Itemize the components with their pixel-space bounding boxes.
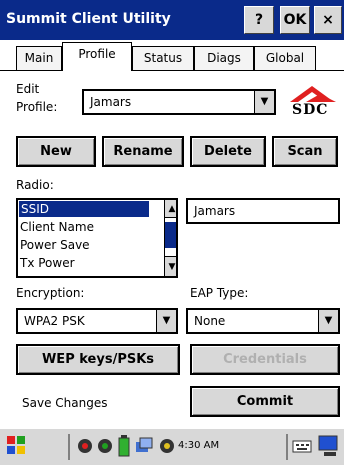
eap-type-dropdown[interactable]: None ▼ (186, 308, 340, 334)
chevron-down-icon[interactable]: ▼ (254, 91, 274, 113)
taskbar-separator (286, 434, 288, 460)
new-button[interactable]: New (16, 136, 96, 167)
encryption-label: Encryption: (16, 286, 85, 300)
tab-status[interactable]: Status (132, 46, 194, 70)
chevron-down-icon[interactable]: ▼ (318, 310, 338, 332)
tab-main[interactable]: Main (16, 46, 62, 70)
edit-profile-label-line1: Edit (16, 82, 40, 96)
scan-button[interactable]: Scan (272, 136, 338, 167)
rename-button[interactable]: Rename (102, 136, 184, 167)
edit-profile-label-line2: Profile: (16, 100, 58, 114)
tab-global[interactable]: Global (254, 46, 316, 70)
tab-profile[interactable]: Profile (62, 42, 132, 71)
list-item-power-save[interactable]: Power Save (20, 237, 90, 253)
desktop-icon[interactable] (318, 434, 340, 458)
radio-label: Radio: (16, 178, 54, 192)
sdc-logo: SDC (286, 82, 340, 122)
scroll-up-icon[interactable]: ▲ (165, 200, 176, 218)
encryption-dropdown[interactable]: WPA2 PSK ▼ (16, 308, 178, 334)
logo-swoosh-icon (290, 86, 336, 102)
eap-type-label: EAP Type: (190, 286, 249, 300)
battery-icon[interactable] (118, 434, 130, 458)
connection-icon[interactable] (158, 436, 176, 456)
commit-button[interactable]: Commit (190, 386, 340, 417)
eap-type-dropdown-value: None (194, 314, 226, 328)
tab-diags[interactable]: Diags (194, 46, 254, 70)
wep-keys-button[interactable]: WEP keys/PSKs (16, 344, 180, 375)
profile-dropdown-value: Jamars (90, 95, 132, 109)
logo-text: SDC (292, 102, 329, 118)
network-icon[interactable] (76, 436, 94, 456)
list-item-tx-power[interactable]: Tx Power (20, 255, 75, 271)
clock[interactable]: 4:30 AM (178, 440, 219, 451)
help-button[interactable]: ? (244, 6, 274, 34)
sync-icon[interactable] (134, 436, 154, 456)
radio-param-list[interactable]: SSID Client Name Power Save Tx Power ▲ ▼ (16, 198, 178, 278)
keyboard-icon[interactable] (292, 436, 312, 456)
ok-button[interactable]: OK (280, 6, 310, 34)
windows-start-icon[interactable] (4, 432, 30, 460)
list-item-ssid[interactable]: SSID (19, 201, 149, 217)
save-changes-label: Save Changes (22, 396, 108, 410)
window-title: Summit Client Utility (6, 11, 171, 27)
wireless-icon[interactable] (96, 436, 114, 456)
list-scrollbar[interactable]: ▲ ▼ (164, 200, 176, 276)
radio-value-field[interactable]: Jamars (186, 198, 340, 224)
delete-button[interactable]: Delete (190, 136, 266, 167)
close-button[interactable]: × (314, 6, 342, 34)
chevron-down-icon[interactable]: ▼ (156, 310, 176, 332)
scroll-down-icon[interactable]: ▼ (165, 256, 176, 276)
list-item-client-name[interactable]: Client Name (20, 219, 94, 235)
scroll-thumb[interactable] (165, 222, 176, 248)
encryption-dropdown-value: WPA2 PSK (24, 314, 85, 328)
profile-dropdown[interactable]: Jamars ▼ (82, 89, 276, 115)
taskbar-separator (68, 434, 70, 460)
credentials-button[interactable]: Credentials (190, 344, 340, 375)
tab-divider (0, 70, 344, 71)
